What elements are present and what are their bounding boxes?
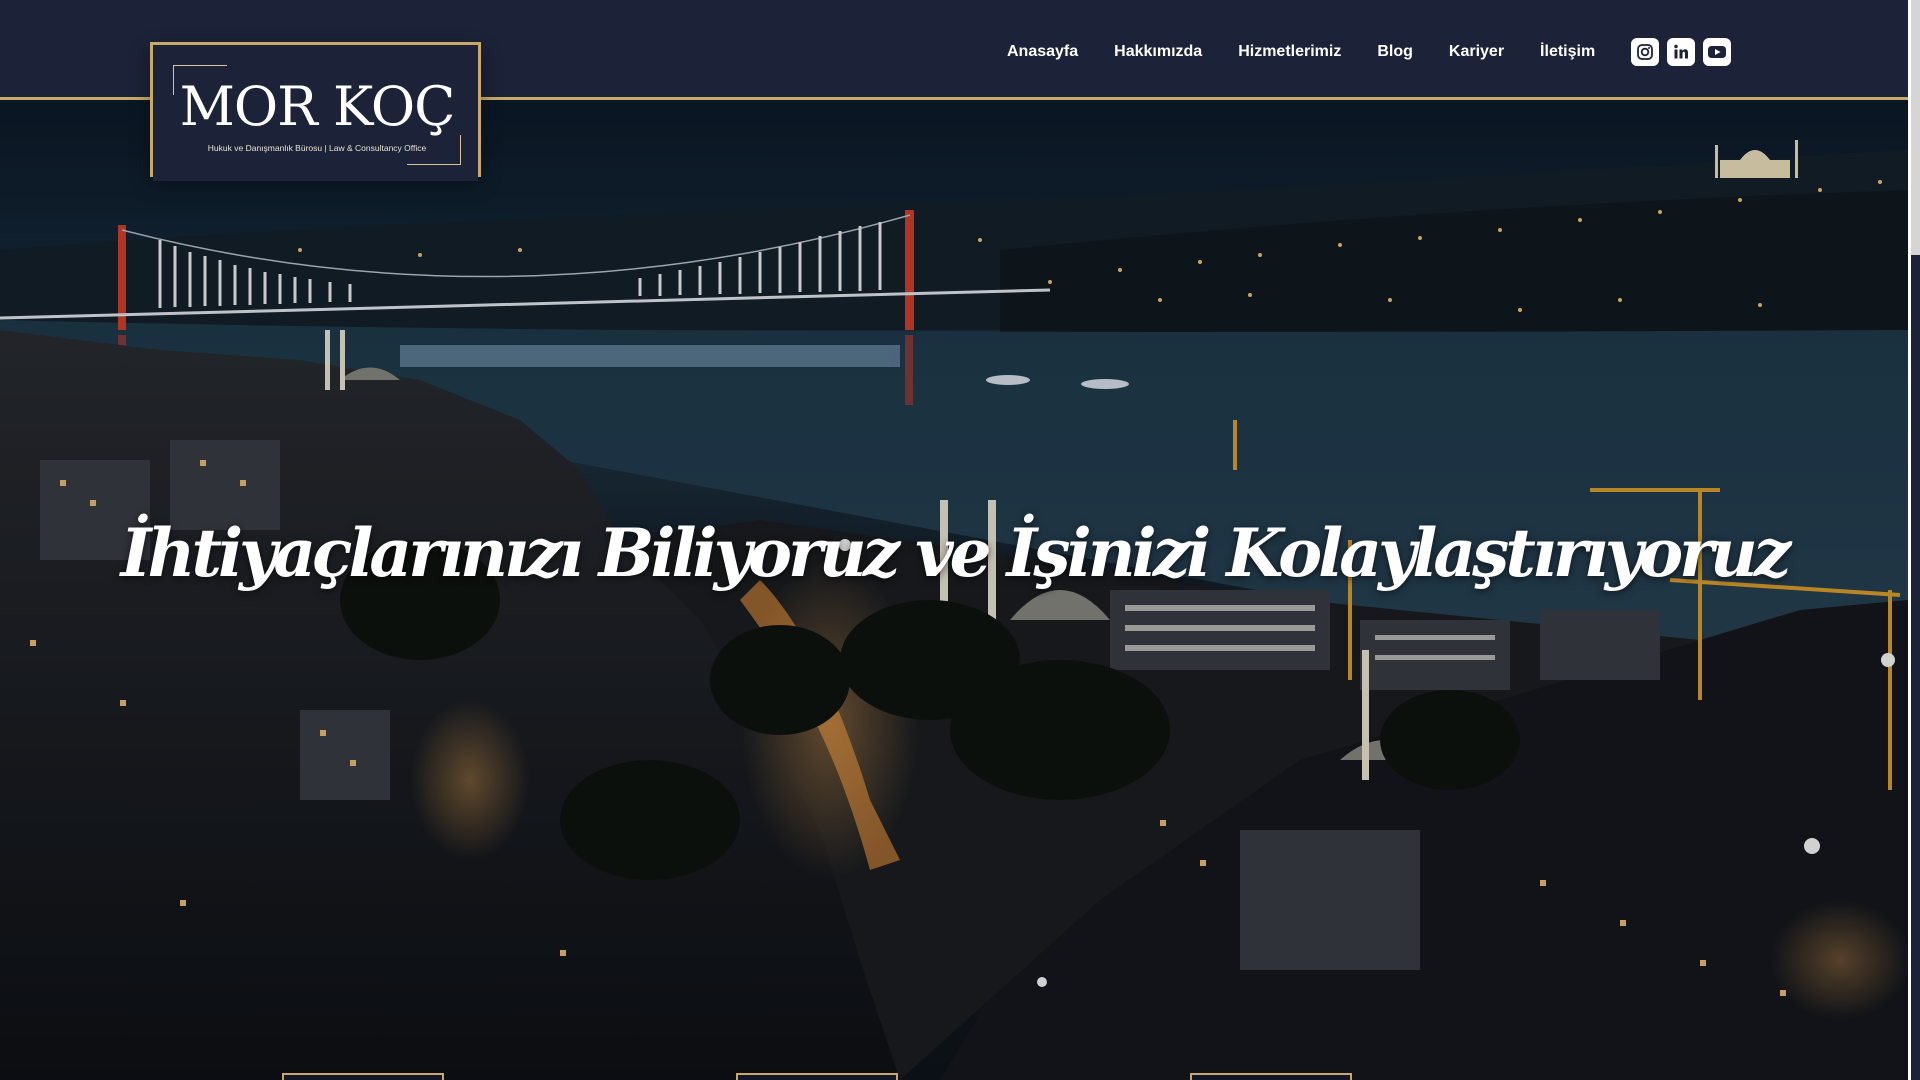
nav-link-blog[interactable]: Blog — [1377, 40, 1413, 64]
youtube-icon[interactable] — [1703, 38, 1732, 66]
nav-link-kariyer[interactable]: Kariyer — [1449, 40, 1504, 64]
nav-link-hizmetlerimiz[interactable]: Hizmetlerimiz — [1238, 40, 1341, 64]
feature-card-1[interactable] — [282, 1073, 444, 1080]
logo-frame: MOR KOÇ Hukuk ve Danışmanlık Bürosu | La… — [173, 65, 461, 165]
nav-link-hakkimizda[interactable]: Hakkımızda — [1114, 40, 1202, 64]
logo-wordmark: MOR KOÇ — [179, 75, 456, 138]
page: MOR KOÇ Hukuk ve Danışmanlık Bürosu | La… — [0, 0, 1920, 1080]
hero-headline: İhtiyaçlarınızı Biliyoruz ve İşinizi Kol… — [120, 514, 1792, 593]
scrollbar-track — [1911, 255, 1920, 1080]
main-nav: Anasayfa Hakkımızda Hizmetlerimiz Blog K… — [1007, 38, 1732, 66]
page-scrollbar[interactable] — [1908, 0, 1920, 1080]
logo-tagline: Hukuk ve Danışmanlık Bürosu | Law & Cons… — [207, 143, 427, 153]
social-links — [1631, 38, 1732, 66]
linkedin-icon[interactable] — [1667, 38, 1696, 66]
feature-card-2[interactable] — [736, 1073, 898, 1080]
logo[interactable]: MOR KOÇ Hukuk ve Danışmanlık Bürosu | La… — [150, 42, 481, 181]
feature-card-3[interactable] — [1190, 1073, 1352, 1080]
nav-link-iletisim[interactable]: İletişim — [1540, 40, 1595, 64]
logo-mask — [153, 175, 478, 181]
scrollbar-thumb[interactable] — [1911, 0, 1920, 255]
nav-link-anasayfa[interactable]: Anasayfa — [1007, 40, 1078, 64]
instagram-icon[interactable] — [1631, 38, 1660, 66]
